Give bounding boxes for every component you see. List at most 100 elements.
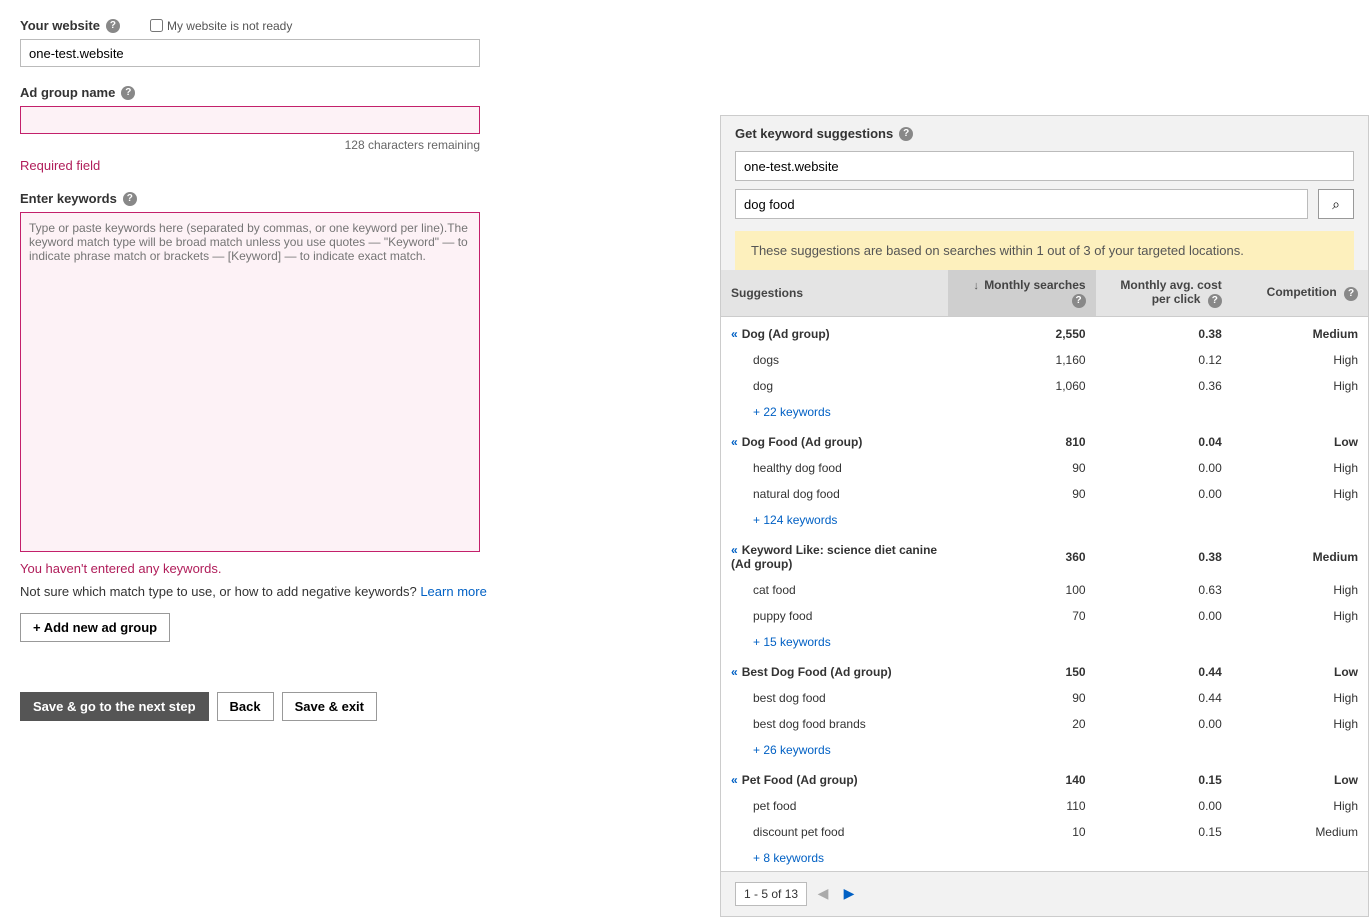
group-comp: Medium <box>1232 533 1368 577</box>
keyword-comp: High <box>1232 455 1368 481</box>
keyword-comp: High <box>1232 603 1368 629</box>
help-icon[interactable]: ? <box>1344 287 1358 301</box>
suggestion-site-input[interactable] <box>735 151 1354 181</box>
keyword-cpc: 0.00 <box>1096 711 1232 737</box>
expand-icon[interactable]: « <box>731 435 738 449</box>
keyword-name[interactable]: discount pet food <box>721 819 948 845</box>
group-comp: Low <box>1232 425 1368 455</box>
more-keywords-link[interactable]: + 15 keywords <box>753 635 831 649</box>
group-cpc: 0.38 <box>1096 316 1232 347</box>
save-exit-button[interactable]: Save & exit <box>282 692 377 721</box>
group-comp: Medium <box>1232 316 1368 347</box>
keyword-name[interactable]: best dog food brands <box>721 711 948 737</box>
keyword-comp: High <box>1232 711 1368 737</box>
pager-prev-button[interactable]: ◀ <box>813 884 833 904</box>
group-name[interactable]: Pet Food (Ad group) <box>742 773 858 787</box>
expand-icon[interactable]: « <box>731 665 738 679</box>
keyword-name[interactable]: puppy food <box>721 603 948 629</box>
keyword-searches: 90 <box>948 455 1096 481</box>
keyword-comp: High <box>1232 481 1368 507</box>
no-keywords-error: You haven't entered any keywords. <box>20 561 700 576</box>
keyword-cpc: 0.15 <box>1096 819 1232 845</box>
keywords-textarea[interactable] <box>20 212 480 552</box>
table-keyword-row: dog1,0600.36High <box>721 373 1368 399</box>
more-keywords-link[interactable]: + 8 keywords <box>753 851 824 865</box>
ad-group-input[interactable] <box>20 106 480 134</box>
col-cpc[interactable]: Monthly avg. cost per click <box>1120 278 1221 306</box>
keyword-name[interactable]: dogs <box>721 347 948 373</box>
location-notice: These suggestions are based on searches … <box>735 231 1354 270</box>
pager-next-button[interactable]: ▶ <box>839 884 859 904</box>
help-icon[interactable]: ? <box>123 192 137 206</box>
group-name[interactable]: Best Dog Food (Ad group) <box>742 665 892 679</box>
suggestion-search-input[interactable] <box>735 189 1308 219</box>
keyword-comp: Medium <box>1232 819 1368 845</box>
keyword-comp: High <box>1232 685 1368 711</box>
not-ready-label: My website is not ready <box>167 19 292 33</box>
more-keywords-link[interactable]: + 124 keywords <box>753 513 837 527</box>
help-icon[interactable]: ? <box>106 19 120 33</box>
not-ready-checkbox[interactable] <box>150 19 163 32</box>
back-button[interactable]: Back <box>217 692 274 721</box>
keyword-name[interactable]: natural dog food <box>721 481 948 507</box>
group-name[interactable]: Dog Food (Ad group) <box>742 435 863 449</box>
chars-remaining: 128 characters remaining <box>20 138 480 152</box>
group-name[interactable]: Dog (Ad group) <box>742 327 830 341</box>
keyword-searches: 70 <box>948 603 1096 629</box>
keyword-searches: 20 <box>948 711 1096 737</box>
website-label: Your website <box>20 18 100 33</box>
group-searches: 810 <box>948 425 1096 455</box>
keywords-label: Enter keywords <box>20 191 117 206</box>
table-group-row: «Best Dog Food (Ad group)1500.44Low <box>721 655 1368 685</box>
keyword-name[interactable]: best dog food <box>721 685 948 711</box>
keyword-cpc: 0.36 <box>1096 373 1232 399</box>
group-cpc: 0.38 <box>1096 533 1232 577</box>
expand-icon[interactable]: « <box>731 327 738 341</box>
save-next-button[interactable]: Save & go to the next step <box>20 692 209 721</box>
table-group-row: «Pet Food (Ad group)1400.15Low <box>721 763 1368 793</box>
keyword-searches: 110 <box>948 793 1096 819</box>
more-keywords-link[interactable]: + 22 keywords <box>753 405 831 419</box>
keyword-name[interactable]: healthy dog food <box>721 455 948 481</box>
suggestions-table: Suggestions ↓ Monthly searches ? Monthly… <box>721 270 1368 871</box>
col-searches[interactable]: Monthly searches <box>984 278 1085 292</box>
keyword-cpc: 0.00 <box>1096 793 1232 819</box>
keyword-name[interactable]: dog <box>721 373 948 399</box>
table-keyword-row: puppy food700.00High <box>721 603 1368 629</box>
table-keyword-row: dogs1,1600.12High <box>721 347 1368 373</box>
keyword-comp: High <box>1232 373 1368 399</box>
search-button[interactable]: ⌕ <box>1318 189 1354 219</box>
group-searches: 140 <box>948 763 1096 793</box>
website-input[interactable] <box>20 39 480 67</box>
table-keyword-row: healthy dog food900.00High <box>721 455 1368 481</box>
col-competition[interactable]: Competition <box>1267 285 1337 299</box>
not-ready-checkbox-row[interactable]: My website is not ready <box>150 19 292 33</box>
expand-icon[interactable]: « <box>731 773 738 787</box>
keyword-searches: 10 <box>948 819 1096 845</box>
table-keyword-row: best dog food brands200.00High <box>721 711 1368 737</box>
help-icon[interactable]: ? <box>1208 294 1222 308</box>
table-more-row: + 22 keywords <box>721 399 1368 425</box>
keyword-cpc: 0.00 <box>1096 455 1232 481</box>
group-searches: 360 <box>948 533 1096 577</box>
table-keyword-row: pet food1100.00High <box>721 793 1368 819</box>
table-group-row: «Dog Food (Ad group)8100.04Low <box>721 425 1368 455</box>
keyword-name[interactable]: cat food <box>721 577 948 603</box>
required-error: Required field <box>20 158 700 173</box>
table-more-row: + 124 keywords <box>721 507 1368 533</box>
more-keywords-link[interactable]: + 26 keywords <box>753 743 831 757</box>
group-comp: Low <box>1232 655 1368 685</box>
group-comp: Low <box>1232 763 1368 793</box>
keyword-name[interactable]: pet food <box>721 793 948 819</box>
expand-icon[interactable]: « <box>731 543 738 557</box>
col-suggestions[interactable]: Suggestions <box>731 286 803 300</box>
keyword-searches: 1,060 <box>948 373 1096 399</box>
keyword-comp: High <box>1232 577 1368 603</box>
help-icon[interactable]: ? <box>1072 294 1086 308</box>
add-ad-group-button[interactable]: + Add new ad group <box>20 613 170 642</box>
learn-more-link[interactable]: Learn more <box>420 584 486 599</box>
help-icon[interactable]: ? <box>899 127 913 141</box>
group-name[interactable]: Keyword Like: science diet canine (Ad gr… <box>731 543 937 571</box>
keyword-cpc: 0.12 <box>1096 347 1232 373</box>
help-icon[interactable]: ? <box>121 86 135 100</box>
